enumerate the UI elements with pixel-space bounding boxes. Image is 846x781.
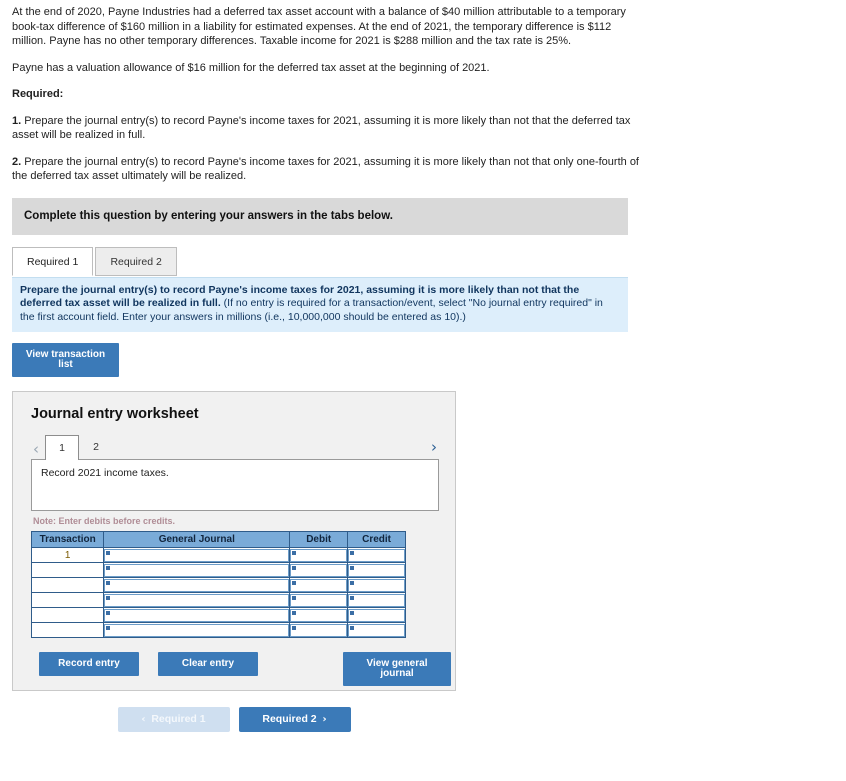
worksheet-page-2[interactable]: 2 bbox=[79, 436, 113, 460]
credit-input[interactable] bbox=[348, 563, 405, 577]
column-header-debit: Debit bbox=[289, 531, 349, 548]
general-journal-select[interactable] bbox=[104, 608, 290, 622]
debit-input[interactable] bbox=[290, 578, 348, 592]
cell-debit[interactable] bbox=[289, 562, 349, 578]
nav-required-2-label: Required 2 bbox=[262, 713, 317, 725]
credit-input[interactable] bbox=[348, 548, 405, 562]
required-heading: Required: bbox=[12, 88, 64, 100]
column-header-credit: Credit bbox=[347, 531, 406, 548]
cell-debit[interactable] bbox=[289, 592, 349, 608]
view-transaction-list-button[interactable]: View transaction list bbox=[12, 343, 119, 377]
journal-table-body: 1 bbox=[30, 547, 406, 638]
cell-debit[interactable] bbox=[289, 622, 349, 638]
requirement-1-number: 1. bbox=[12, 114, 22, 127]
problem-paragraph-2: Payne has a valuation allowance of $16 m… bbox=[12, 61, 490, 74]
chevron-left-icon: ‹ bbox=[141, 714, 146, 725]
general-journal-select[interactable] bbox=[104, 623, 290, 637]
credit-input[interactable] bbox=[348, 593, 405, 607]
cell-general-journal[interactable] bbox=[103, 577, 291, 593]
cell-credit[interactable] bbox=[347, 622, 406, 638]
credit-input[interactable] bbox=[348, 578, 405, 592]
worksheet-title: Journal entry worksheet bbox=[31, 406, 199, 422]
debits-before-credits-note: Note: Enter debits before credits. bbox=[33, 516, 176, 526]
table-row bbox=[30, 622, 406, 638]
requirement-tabs: Required 1 Required 2 bbox=[12, 246, 628, 277]
cell-debit[interactable] bbox=[289, 547, 349, 563]
debit-input[interactable] bbox=[290, 593, 348, 607]
table-row bbox=[30, 562, 406, 578]
cell-transaction: 1 bbox=[30, 547, 105, 563]
journal-entry-table: Transaction General Journal Debit Credit… bbox=[30, 531, 406, 638]
chevron-right-icon: › bbox=[322, 714, 327, 725]
requirement-2: 2. Prepare the journal entry(s) to recor… bbox=[12, 155, 648, 184]
cell-general-journal[interactable] bbox=[103, 592, 291, 608]
cell-general-journal[interactable] bbox=[103, 562, 291, 578]
cell-credit[interactable] bbox=[347, 562, 406, 578]
cell-transaction bbox=[30, 577, 105, 593]
journal-table-header-row: Transaction General Journal Debit Credit bbox=[30, 531, 406, 548]
tab-required-1[interactable]: Required 1 bbox=[12, 246, 94, 276]
table-row bbox=[30, 577, 406, 593]
cell-credit[interactable] bbox=[347, 592, 406, 608]
general-journal-select[interactable] bbox=[104, 563, 290, 577]
clear-entry-button[interactable]: Clear entry bbox=[158, 652, 258, 676]
journal-entry-worksheet-panel: Journal entry worksheet ‹ 1 2 › Record 2… bbox=[12, 391, 456, 691]
table-row bbox=[30, 607, 406, 623]
cell-credit[interactable] bbox=[347, 577, 406, 593]
debit-input[interactable] bbox=[290, 608, 348, 622]
table-row bbox=[30, 592, 406, 608]
worksheet-action-buttons: Record entry Clear entry View general jo… bbox=[31, 652, 451, 686]
column-header-general-journal: General Journal bbox=[103, 531, 291, 548]
debit-input[interactable] bbox=[290, 548, 348, 562]
cell-credit[interactable] bbox=[347, 547, 406, 563]
cell-transaction bbox=[30, 607, 105, 623]
worksheet-description-text: Record 2021 income taxes. bbox=[41, 467, 169, 479]
cell-transaction bbox=[30, 562, 105, 578]
problem-statement: At the end of 2020, Payne Industries had… bbox=[0, 0, 660, 184]
cell-general-journal[interactable] bbox=[103, 607, 291, 623]
cell-general-journal[interactable] bbox=[103, 547, 291, 563]
requirement-2-text: Prepare the journal entry(s) to record P… bbox=[12, 155, 639, 183]
bottom-navigation: ‹ Required 1 Required 2 › bbox=[12, 707, 456, 732]
general-journal-select[interactable] bbox=[104, 548, 290, 562]
complete-question-banner: Complete this question by entering your … bbox=[12, 197, 628, 235]
credit-input[interactable] bbox=[348, 623, 405, 637]
debit-input[interactable] bbox=[290, 623, 348, 637]
chevron-left-icon[interactable]: ‹ bbox=[31, 442, 45, 460]
tab-required-2[interactable]: Required 2 bbox=[95, 246, 177, 276]
requirement-1-text: Prepare the journal entry(s) to record P… bbox=[12, 114, 631, 142]
view-general-journal-button[interactable]: View general journal bbox=[343, 652, 451, 686]
worksheet-page-1[interactable]: 1 bbox=[45, 435, 79, 460]
general-journal-select[interactable] bbox=[104, 593, 290, 607]
cell-general-journal[interactable] bbox=[103, 622, 291, 638]
table-row: 1 bbox=[30, 547, 406, 563]
problem-paragraph-1: At the end of 2020, Payne Industries had… bbox=[12, 6, 626, 47]
debit-input[interactable] bbox=[290, 563, 348, 577]
requirement-2-number: 2. bbox=[12, 155, 22, 168]
cell-transaction bbox=[30, 622, 105, 638]
cell-debit[interactable] bbox=[289, 607, 349, 623]
worksheet-pager: ‹ 1 2 › bbox=[31, 434, 439, 460]
chevron-right-icon[interactable]: › bbox=[429, 440, 439, 458]
cell-transaction bbox=[30, 592, 105, 608]
tab-instruction-banner: Prepare the journal entry(s) to record P… bbox=[12, 276, 628, 332]
cell-debit[interactable] bbox=[289, 577, 349, 593]
nav-required-1-button[interactable]: ‹ Required 1 bbox=[117, 707, 230, 732]
cell-credit[interactable] bbox=[347, 607, 406, 623]
column-header-transaction: Transaction bbox=[30, 531, 105, 548]
requirement-1: 1. Prepare the journal entry(s) to recor… bbox=[12, 114, 648, 143]
general-journal-select[interactable] bbox=[104, 578, 290, 592]
nav-required-2-button[interactable]: Required 2 › bbox=[238, 707, 351, 732]
record-entry-button[interactable]: Record entry bbox=[39, 652, 139, 676]
nav-required-1-label: Required 1 bbox=[151, 713, 206, 725]
credit-input[interactable] bbox=[348, 608, 405, 622]
worksheet-description-box: Record 2021 income taxes. bbox=[31, 459, 439, 511]
